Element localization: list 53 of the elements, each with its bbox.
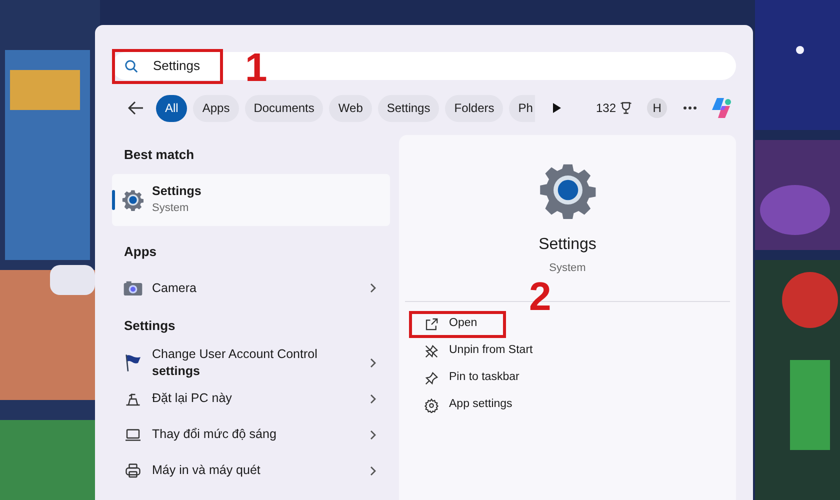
external-link-icon bbox=[424, 316, 439, 332]
filter-tab[interactable]: Web bbox=[329, 94, 372, 122]
more-icon[interactable] bbox=[683, 106, 698, 110]
filter-tab[interactable]: Documents bbox=[244, 94, 324, 122]
result-title: Máy in và máy quét bbox=[152, 462, 262, 479]
search-value: Settings bbox=[153, 57, 200, 76]
search-icon bbox=[124, 58, 139, 74]
app-subtitle: System bbox=[549, 261, 586, 276]
action-item[interactable]: App settings bbox=[409, 392, 516, 418]
result-title: Settings bbox=[152, 182, 202, 200]
step-number: 2 bbox=[529, 276, 552, 316]
camera-icon bbox=[123, 279, 143, 297]
chevron-right-icon bbox=[370, 466, 377, 476]
back-arrow-icon[interactable] bbox=[128, 101, 144, 115]
action-item[interactable]: Open bbox=[409, 310, 506, 338]
trophy-icon bbox=[619, 101, 634, 115]
app-title: Settings bbox=[538, 235, 596, 255]
action-item[interactable]: Unpin from Start bbox=[409, 338, 536, 364]
unpin-icon bbox=[424, 344, 439, 358]
chevron-right-icon bbox=[370, 394, 377, 404]
flag-icon bbox=[123, 352, 143, 372]
result-item[interactable]: Đặt lại PC này bbox=[112, 380, 390, 416]
filter-tab[interactable]: Folders bbox=[445, 94, 504, 122]
result-title: Camera bbox=[152, 280, 198, 296]
result-title: Change User Account Control settings bbox=[152, 346, 318, 380]
section-heading: Apps bbox=[123, 242, 158, 261]
copilot-logo-icon[interactable] bbox=[709, 96, 734, 120]
section-heading: Settings bbox=[123, 317, 176, 335]
filter-tab[interactable]: Apps bbox=[193, 94, 239, 122]
chevron-right-icon bbox=[370, 358, 377, 368]
result-title: Đặt lại PC này bbox=[152, 390, 233, 407]
filter-tab[interactable]: All bbox=[156, 94, 188, 122]
pin-icon bbox=[424, 370, 439, 386]
action-item[interactable]: Pin to taskbar bbox=[409, 364, 522, 392]
settings-icon bbox=[424, 398, 439, 412]
chevron-right-icon bbox=[370, 283, 377, 293]
gear-icon bbox=[122, 188, 144, 210]
result-item[interactable]: Máy in và máy quét bbox=[112, 452, 390, 488]
result-item[interactable]: Change User Account Control settings bbox=[112, 344, 390, 380]
filter-tab[interactable]: Settings bbox=[378, 94, 440, 122]
selection-indicator bbox=[112, 190, 115, 210]
section-heading: Best match bbox=[123, 146, 196, 164]
result-item[interactable]: Camera bbox=[112, 270, 390, 306]
printer-icon bbox=[124, 462, 142, 480]
play-icon[interactable] bbox=[552, 102, 562, 114]
result-item[interactable]: Thay đổi mức độ sáng bbox=[112, 416, 390, 452]
filter-tab[interactable]: Ph bbox=[509, 94, 535, 122]
result-item[interactable]: Settings System bbox=[112, 174, 390, 226]
points-count: 132 bbox=[596, 100, 616, 117]
chevron-right-icon bbox=[370, 430, 377, 440]
result-subtitle: System bbox=[152, 200, 190, 216]
result-title: Thay đổi mức độ sáng bbox=[152, 426, 278, 443]
user-avatar[interactable]: H bbox=[647, 98, 668, 118]
